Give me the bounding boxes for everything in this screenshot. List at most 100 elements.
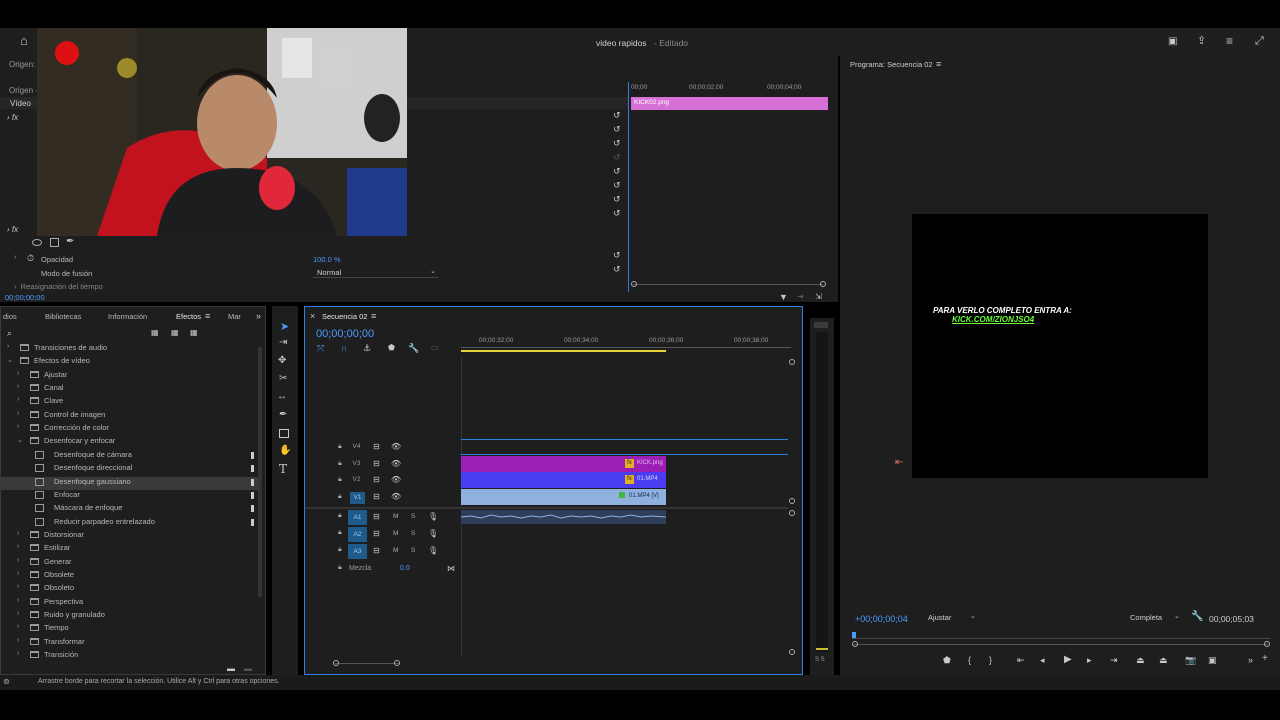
panel-menu-icon[interactable]: ≡: [205, 311, 210, 321]
chevron-right-icon[interactable]: ›: [17, 530, 19, 537]
reset-icon[interactable]: ↺: [613, 166, 621, 176]
chevron-right-icon[interactable]: ›: [17, 383, 19, 390]
tree-scrollbar[interactable]: [258, 347, 262, 597]
effects-folder[interactable]: › Obsolete: [1, 570, 259, 583]
lock-icon[interactable]: 🔒︎: [338, 493, 342, 501]
tab-effects[interactable]: Efectos: [176, 312, 201, 321]
delete-icon[interactable]: ▬: [244, 664, 252, 674]
program-monitor-title[interactable]: Programa: Secuencia 02: [850, 60, 933, 69]
opacity-value[interactable]: 100.0 %: [313, 255, 341, 264]
workspace-icon[interactable]: ▣: [1168, 37, 1177, 47]
fit-select[interactable]: Ajustar ⌄: [926, 612, 980, 624]
resolution-select[interactable]: Completa ⌄: [1128, 612, 1184, 624]
effect-timecode[interactable]: 00;00;00;00: [5, 293, 45, 302]
horizontal-scrollbar[interactable]: [335, 663, 399, 664]
track-label[interactable]: V4: [350, 443, 363, 453]
comparison-view-icon[interactable]: ▣: [1208, 655, 1217, 665]
share-icon[interactable]: ⇪: [1197, 36, 1206, 47]
track-target-a2[interactable]: A2: [348, 527, 367, 542]
go-to-in-icon[interactable]: ⇤: [1017, 655, 1025, 665]
mark-in-icon[interactable]: {: [968, 655, 971, 665]
effect-clip-bar[interactable]: KICK02.png: [631, 97, 828, 110]
yuv-effects-icon[interactable]: ▦: [190, 328, 198, 338]
program-scrubber[interactable]: [852, 632, 1270, 647]
sync-lock-icon[interactable]: ⊟: [373, 512, 380, 522]
expand-chevron[interactable]: ›: [14, 254, 16, 261]
snap-icon[interactable]: ∩: [341, 343, 347, 353]
clip-v1[interactable]: 01.MP4 [V]: [461, 489, 666, 505]
linked-selection-icon[interactable]: ⚓: [363, 343, 371, 353]
nest-icon[interactable]: ⤧: [317, 343, 324, 354]
effects-folder[interactable]: › Transformar: [1, 637, 259, 650]
reset-icon[interactable]: ↺: [613, 152, 621, 162]
effects-folder[interactable]: › Generar: [1, 557, 259, 570]
effect-item[interactable]: Máscara de enfoque: [1, 503, 259, 516]
mix-end-icon[interactable]: ⋈: [447, 564, 455, 574]
effects-folder[interactable]: › Transiciones de audio: [1, 343, 259, 356]
panel-menu-icon[interactable]: ≡: [371, 311, 376, 321]
export-icon[interactable]: ⇥: [797, 292, 804, 302]
effects-folder[interactable]: › Ruido y granulado: [1, 610, 259, 623]
chevron-right-icon[interactable]: ›: [17, 597, 19, 604]
mute-button[interactable]: M: [393, 530, 398, 537]
lift-icon[interactable]: ⏏: [1136, 655, 1145, 665]
32bit-effects-icon[interactable]: ▦: [171, 328, 179, 338]
ellipse-mask-icon[interactable]: [32, 239, 42, 246]
track-target-v1[interactable]: V1: [350, 492, 365, 504]
button-editor-icon[interactable]: +: [1262, 654, 1268, 664]
tab-sequence[interactable]: Secuencia 02: [322, 312, 367, 321]
captions-icon[interactable]: ▭: [431, 343, 439, 353]
lock-icon[interactable]: 🔒︎: [338, 512, 342, 520]
step-back-icon[interactable]: ◂: [1040, 655, 1045, 665]
effects-folder[interactable]: › Clave: [1, 396, 259, 409]
home-icon[interactable]: ⌂: [20, 34, 28, 47]
new-bin-icon[interactable]: ▬: [227, 664, 235, 674]
effects-folder[interactable]: › Obsoleto: [1, 583, 259, 596]
scroll-handle[interactable]: [789, 498, 795, 504]
sync-lock-icon[interactable]: ⊟: [373, 492, 380, 502]
mute-button[interactable]: M: [393, 513, 398, 520]
chevron-right-icon[interactable]: ›: [17, 423, 19, 430]
microphone-icon[interactable]: 🎙: [428, 546, 438, 556]
effect-item[interactable]: Desenfoque de cámara: [1, 450, 259, 463]
search-icon[interactable]: ⌕: [7, 328, 12, 338]
effect-scroll-track[interactable]: [633, 284, 823, 285]
scroll-handle[interactable]: [789, 359, 795, 365]
lock-icon[interactable]: 🔒︎: [338, 564, 342, 572]
effect-item[interactable]: Desenfoque direccional: [1, 463, 259, 476]
rectangle-tool-icon[interactable]: [279, 429, 289, 438]
eye-icon[interactable]: 👁: [391, 459, 401, 469]
effects-folder[interactable]: › Tiempo: [1, 623, 259, 636]
solo-button[interactable]: S: [411, 530, 415, 537]
step-forward-icon[interactable]: ▸: [1087, 655, 1092, 665]
chevron-right-icon[interactable]: ›: [17, 637, 19, 644]
reset-icon[interactable]: ↺: [613, 250, 621, 260]
pen-tool-icon[interactable]: ✒: [279, 410, 287, 420]
tab-markers[interactable]: Mar: [228, 312, 241, 321]
clip-v3[interactable]: fx KICK.png: [461, 456, 666, 472]
export-frame-icon[interactable]: ⇲: [815, 292, 822, 302]
scroll-handle[interactable]: [333, 660, 339, 666]
effects-folder[interactable]: › Estilizar: [1, 543, 259, 556]
effects-folder[interactable]: ⌄ Efectos de vídeo: [1, 356, 259, 369]
play-icon[interactable]: ▶: [1064, 655, 1072, 665]
zoom-bar[interactable]: [854, 644, 1268, 645]
chevron-right-icon[interactable]: ›: [17, 610, 19, 617]
reset-icon[interactable]: ↺: [613, 208, 621, 218]
lock-icon[interactable]: 🔒︎: [338, 546, 342, 554]
chevron-down-icon[interactable]: ⌄: [17, 436, 23, 444]
timeline-ruler[interactable]: 00;00;32;00 00;00;34;00 00;00;36;00 00;0…: [461, 335, 791, 355]
scroll-handle[interactable]: [789, 649, 795, 655]
tab-media[interactable]: dios: [3, 312, 17, 321]
fullscreen-icon[interactable]: ⤢: [1255, 36, 1264, 47]
extract-icon[interactable]: ⏏: [1159, 655, 1168, 665]
effect-item[interactable]: Enfocar: [1, 490, 259, 503]
effect-item[interactable]: Desenfoque gaussiano: [1, 476, 259, 490]
slip-tool-icon[interactable]: ↔: [277, 392, 287, 402]
eye-icon[interactable]: 👁: [391, 475, 401, 485]
chevron-right-icon[interactable]: ›: [17, 370, 19, 377]
eye-icon[interactable]: 👁: [391, 442, 401, 452]
mark-out-icon[interactable]: }: [989, 655, 992, 665]
go-to-out-icon[interactable]: ⇥: [1110, 655, 1118, 665]
time-remap-row[interactable]: › Reasignación del tiempo: [14, 282, 103, 291]
